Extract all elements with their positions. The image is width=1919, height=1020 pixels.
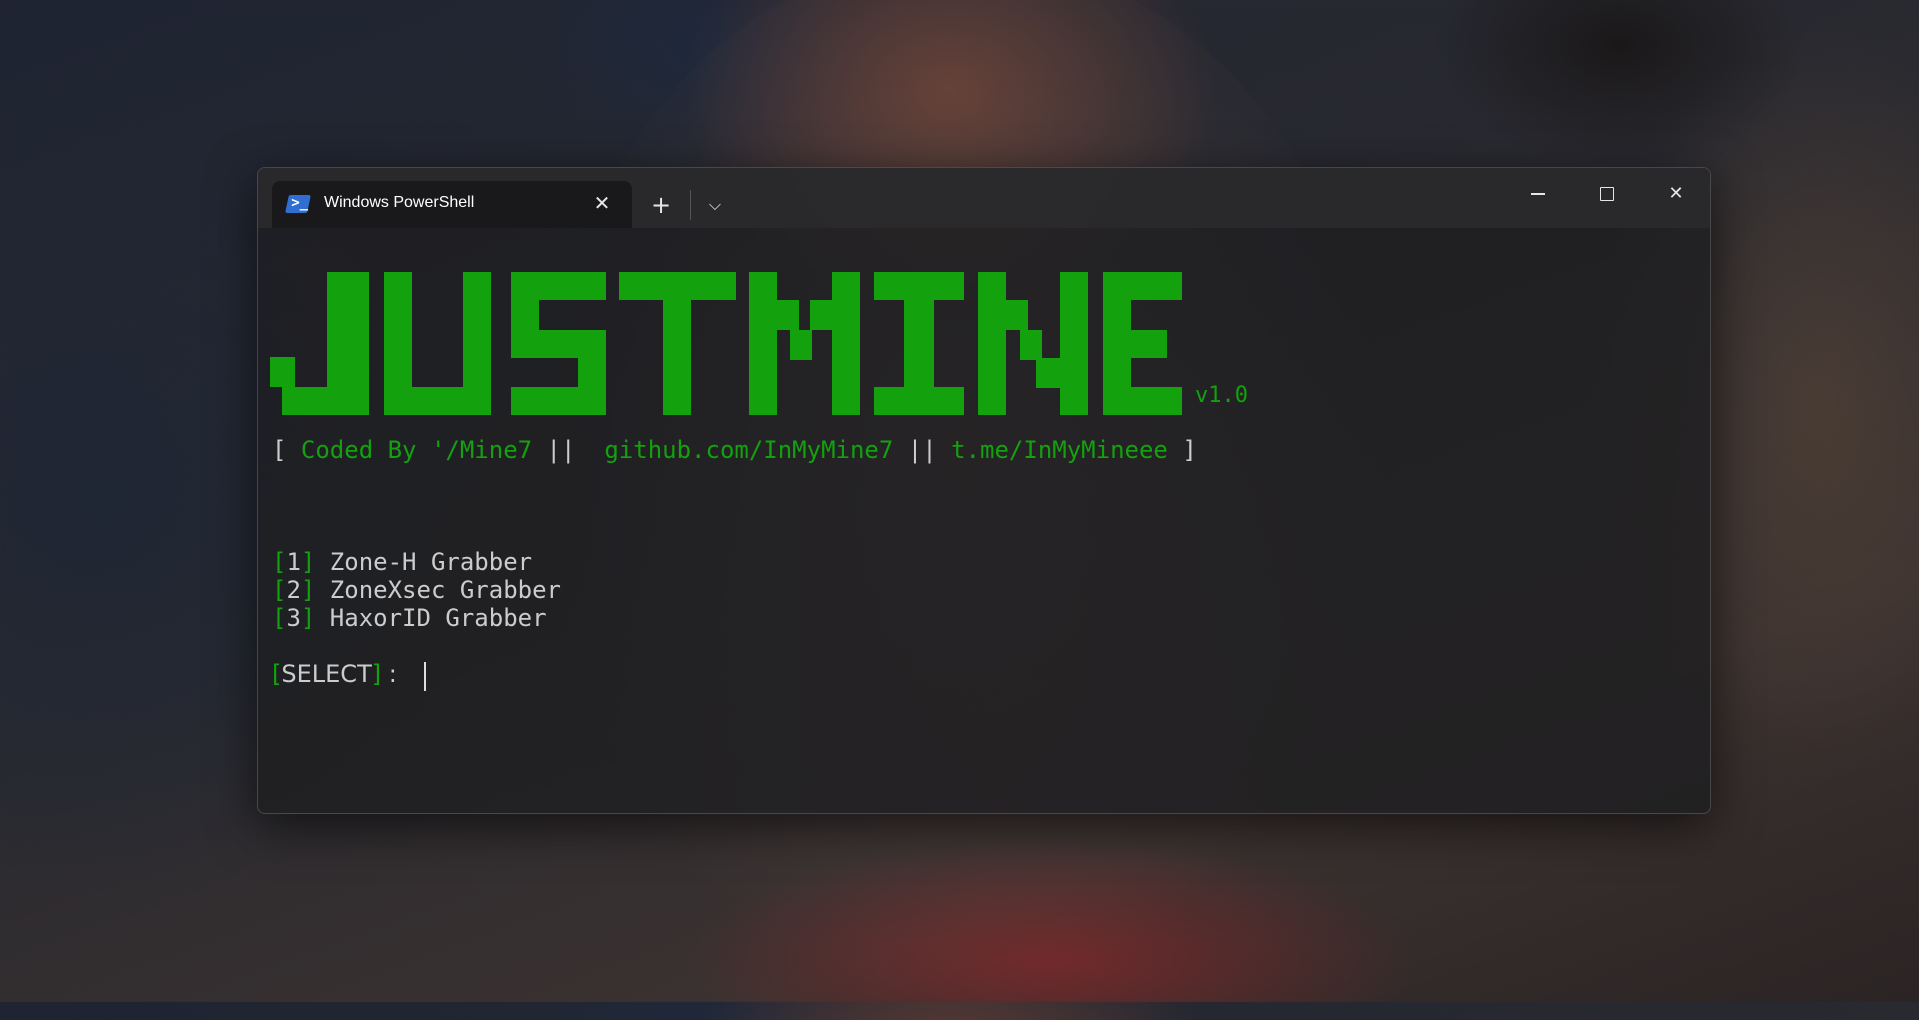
minimize-button[interactable] bbox=[1504, 168, 1572, 220]
prompt-label: SELECT bbox=[281, 660, 372, 688]
version-label: v1.0 bbox=[1195, 383, 1248, 408]
powershell-icon: >_ bbox=[285, 195, 311, 213]
telegram-link[interactable]: t.me/InMyMineee bbox=[951, 436, 1168, 464]
title-bar[interactable]: >_ Windows PowerShell ✕ + ⌵ ✕ bbox=[258, 168, 1710, 228]
option-number: 2 bbox=[286, 576, 301, 604]
bracket-open: [ bbox=[272, 436, 301, 464]
select-prompt: [SELECT] : bbox=[272, 660, 405, 688]
credits-line: [ Coded By '/Mine7 || github.com/InMyMin… bbox=[272, 436, 1197, 464]
tab-divider bbox=[690, 190, 691, 220]
text-cursor[interactable] bbox=[424, 662, 426, 691]
separator: || bbox=[532, 436, 605, 464]
close-tab-icon[interactable]: ✕ bbox=[588, 189, 616, 217]
maximize-button[interactable] bbox=[1573, 168, 1641, 220]
new-tab-button[interactable]: + bbox=[644, 188, 678, 222]
menu-option-2: [2] ZoneXsec Grabber bbox=[272, 576, 561, 604]
option-label: HaxorID Grabber bbox=[315, 604, 547, 632]
banner-logo bbox=[270, 272, 1182, 415]
option-number: 1 bbox=[286, 548, 301, 576]
tab-title: Windows PowerShell bbox=[324, 194, 475, 211]
terminal-output[interactable]: v1.0 [ Coded By '/Mine7 || github.com/In… bbox=[258, 228, 1710, 813]
menu-option-3: [3] HaxorID Grabber bbox=[272, 604, 547, 632]
option-number: 3 bbox=[286, 604, 301, 632]
close-window-button[interactable]: ✕ bbox=[1642, 168, 1710, 220]
chevron-down-icon[interactable]: ⌵ bbox=[698, 188, 732, 222]
terminal-window: >_ Windows PowerShell ✕ + ⌵ ✕ v1.0 [Cod… bbox=[257, 167, 1711, 814]
option-label: Zone-H Grabber bbox=[315, 548, 533, 576]
github-link[interactable]: github.com/InMyMine7 bbox=[604, 436, 893, 464]
menu-option-1: [1] Zone-H Grabber bbox=[272, 548, 533, 576]
bracket-close: ] bbox=[1167, 436, 1197, 464]
author-text: Coded By '/Mine7 bbox=[300, 436, 533, 464]
background-hat bbox=[1430, 0, 1810, 170]
option-label: ZoneXsec Grabber bbox=[315, 576, 561, 604]
tab-powershell[interactable]: >_ Windows PowerShell ✕ bbox=[272, 181, 632, 228]
prompt-suffix: : bbox=[381, 660, 405, 688]
separator: || bbox=[893, 436, 952, 464]
